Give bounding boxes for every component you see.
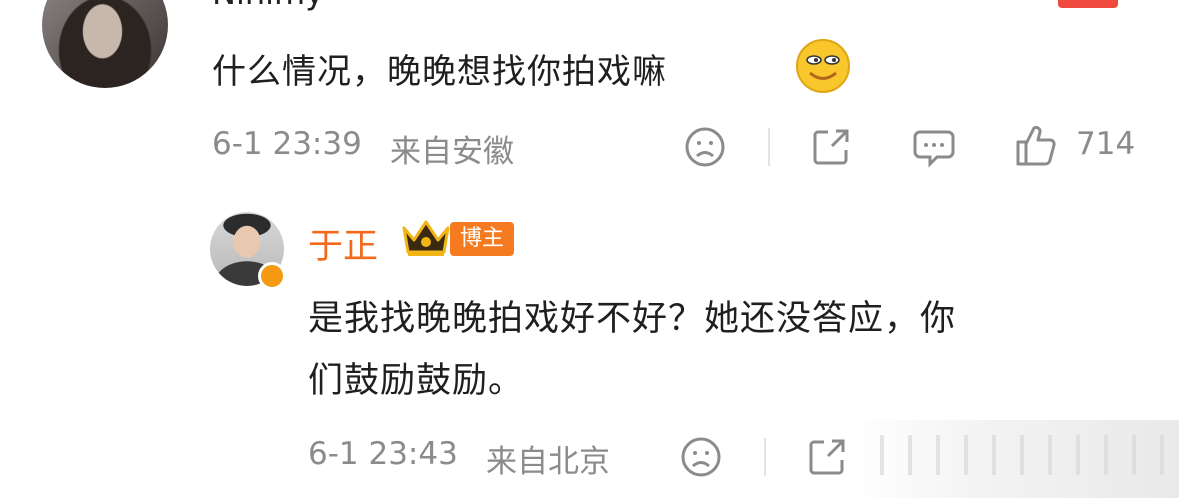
reply-location: 来自北京: [486, 444, 610, 480]
reply-timestamp: 6-1 23:43: [308, 436, 458, 472]
like-count: 714: [1076, 126, 1136, 162]
verified-icon: [258, 262, 286, 290]
sad-face-icon[interactable]: [684, 126, 726, 168]
reply-username[interactable]: 于正: [308, 218, 378, 269]
commenter-badge: [1058, 0, 1118, 8]
smile-emoji-icon: [794, 36, 852, 94]
comment-text: 什么情况，晚晚想找你拍戏嘛: [212, 52, 667, 92]
crown-icon: [400, 218, 452, 262]
reply-text-line1: 是我找晚晚拍戏好不好？她还没答应，你: [308, 299, 957, 339]
share-icon[interactable]: [806, 436, 848, 478]
reply-text-line2: 们鼓励鼓励。: [308, 361, 525, 401]
divider: [768, 128, 770, 166]
divider: [764, 438, 766, 476]
comment-icon[interactable]: [912, 126, 956, 168]
commenter-avatar[interactable]: [42, 0, 168, 88]
commenter-username[interactable]: Ninimy: [212, 0, 324, 12]
blurred-actions: [880, 435, 1170, 475]
comment-timestamp: 6-1 23:39: [212, 126, 362, 162]
comment-location: 来自安徽: [390, 134, 514, 170]
share-icon[interactable]: [810, 126, 852, 168]
thumbs-up-icon[interactable]: [1014, 124, 1058, 168]
sad-face-icon[interactable]: [680, 436, 722, 478]
blogger-tag: 博主: [450, 222, 515, 256]
